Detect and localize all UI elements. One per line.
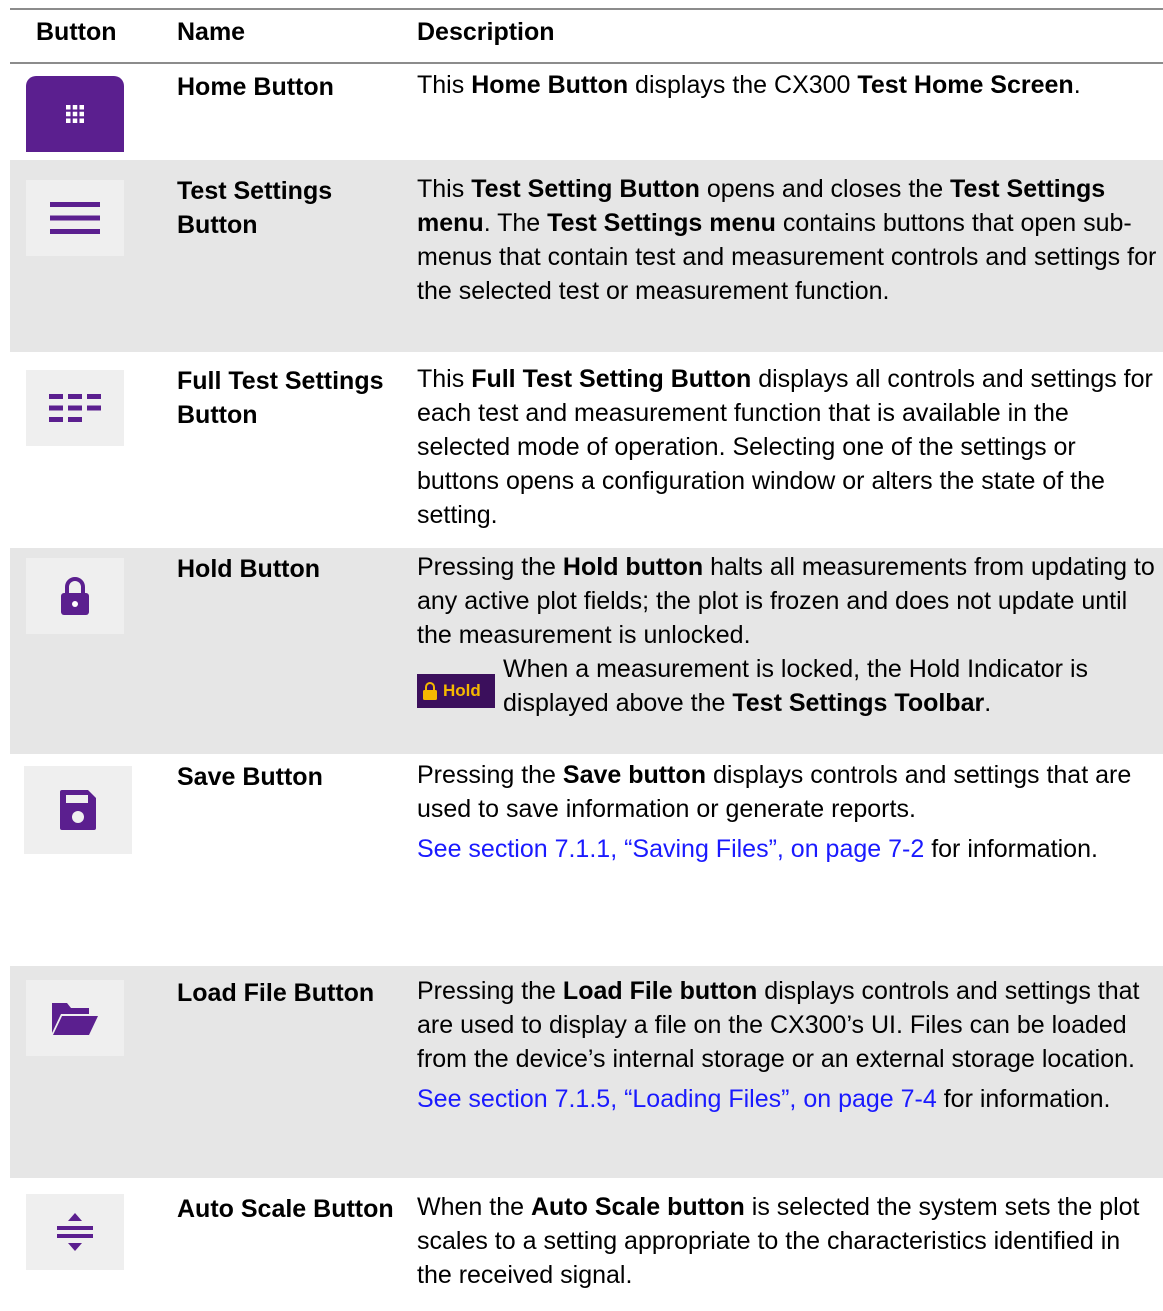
full-settings-icon (49, 394, 101, 422)
hold-button-image[interactable] (26, 558, 124, 634)
row-name: Full Test Settings Button (177, 367, 384, 429)
loading-files-link[interactable]: See section 7.1.5, “Loading Files”, on p… (417, 1085, 937, 1113)
row-name: Auto Scale Button (177, 1195, 394, 1223)
row-name: Home Button (177, 73, 334, 101)
test-settings-button-image[interactable] (26, 180, 124, 256)
table-row: Auto Scale Button When the Auto Scale bu… (10, 1180, 1163, 1308)
save-button-image[interactable] (24, 766, 132, 854)
row-description: This Full Test Setting Button displays a… (417, 365, 1153, 529)
row-name: Save Button (177, 763, 323, 791)
lock-icon (423, 682, 437, 700)
table-row: Load File Button Pressing the Load File … (10, 966, 1163, 1178)
full-test-settings-button-image[interactable] (26, 370, 124, 446)
hold-indicator-text: When a measurement is locked, the Hold I… (503, 655, 1088, 717)
home-button-image[interactable] (26, 76, 124, 152)
auto-scale-icon (57, 1213, 93, 1251)
table-row: Test Settings Button This Test Setting B… (10, 160, 1163, 352)
row-name: Test Settings Button (177, 177, 333, 239)
grid-icon (66, 105, 84, 123)
header-description: Description (417, 18, 555, 46)
row-description: Pressing the Load File button displays c… (417, 977, 1140, 1113)
load-file-button-image[interactable] (26, 980, 124, 1056)
row-description: When the Auto Scale button is selected t… (417, 1193, 1140, 1289)
row-description: This Home Button displays the CX300 Test… (417, 71, 1081, 99)
row-description: Pressing the Save button displays contro… (417, 761, 1132, 863)
floppy-disk-icon (60, 790, 96, 830)
table-row: Save Button Pressing the Save button dis… (10, 756, 1163, 964)
table-row: Home Button This Home Button displays th… (10, 64, 1163, 156)
row-description: This Test Setting Button opens and close… (417, 175, 1157, 305)
table-row: Full Test Settings Button This Full Test… (10, 356, 1163, 546)
hold-indicator: Hold (417, 674, 495, 708)
table-header: Button Name Description (10, 10, 1163, 64)
folder-open-icon (52, 1003, 98, 1035)
header-button: Button (36, 18, 117, 46)
menu-icon (50, 202, 100, 234)
saving-files-link[interactable]: See section 7.1.1, “Saving Files”, on pa… (417, 835, 924, 863)
row-name: Hold Button (177, 555, 321, 583)
home-button-cell (26, 76, 124, 152)
table-row: Hold Button Pressing the Hold button hal… (10, 548, 1163, 754)
hold-indicator-label: Hold (443, 681, 481, 700)
header-name: Name (177, 18, 246, 46)
auto-scale-button-image[interactable] (26, 1194, 124, 1270)
lock-icon (61, 577, 89, 615)
row-name: Load File Button (177, 979, 375, 1007)
row-description: Pressing the Hold button halts all measu… (417, 553, 1155, 649)
